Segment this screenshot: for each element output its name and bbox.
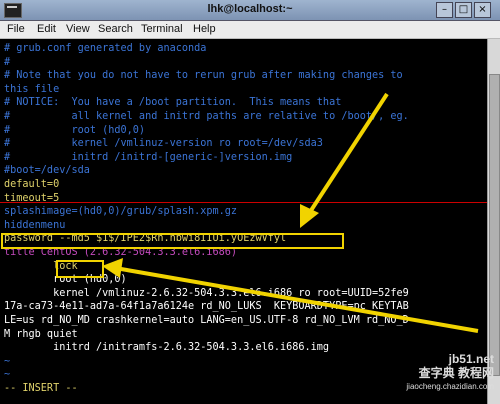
terminal-line: LE=us rd_NO_MD crashkernel=auto LANG=en_… xyxy=(4,315,409,326)
terminal-line: splashimage=(hd0,0)/grub/splash.xpm.gz xyxy=(4,206,238,218)
watermark: jb51.net 查字典 教程网 jiaocheng.chazidian.com xyxy=(406,352,494,394)
close-button[interactable]: × xyxy=(474,2,491,18)
terminal-area[interactable]: # grub.conf generated by anaconda # # Note… xyxy=(0,39,500,404)
menu-terminal[interactable]: Terminal xyxy=(141,23,183,35)
menu-search[interactable]: Search xyxy=(98,23,133,35)
menu-view[interactable]: View xyxy=(66,23,90,35)
terminal-line: # kernel /vmlinuz-version ro root=/dev/s… xyxy=(4,138,323,150)
scrollbar-thumb[interactable] xyxy=(489,74,500,376)
watermark-line3: jiaocheng.chazidian.com xyxy=(406,382,494,391)
terminal-line: ~ xyxy=(4,369,11,381)
terminal-line: # all kernel and initrd paths are relati… xyxy=(4,111,409,122)
menu-bar: File Edit View Search Terminal Help xyxy=(0,21,500,39)
lock-highlight-box xyxy=(56,260,104,278)
password-highlight-box xyxy=(1,233,344,249)
terminal-line: # xyxy=(4,56,11,68)
maximize-button[interactable]: □ xyxy=(455,2,472,18)
terminal-line: initrd /initramfs-2.6.32-504.3.3.el6.i68… xyxy=(4,342,330,354)
menu-help[interactable]: Help xyxy=(193,23,216,35)
scrollbar[interactable] xyxy=(487,39,500,404)
window-titlebar: lhk@localhost:~ – □ × xyxy=(0,0,500,21)
minimize-button[interactable]: – xyxy=(436,2,453,18)
terminal-line: # Note that you do not have to rerun gru… xyxy=(4,70,403,82)
terminal-line: -- INSERT -- xyxy=(4,383,78,394)
terminal-line: # NOTICE: You have a /boot partition. Th… xyxy=(4,97,342,109)
terminal-line: ~ xyxy=(4,355,11,367)
terminal-line: default=0 xyxy=(4,179,60,190)
terminal-line: # grub.conf generated by anaconda xyxy=(4,43,207,54)
menu-file[interactable]: File xyxy=(7,23,25,35)
terminal-line: this file xyxy=(4,83,60,95)
window-title: lhk@localhost:~ xyxy=(207,3,293,15)
menu-edit[interactable]: Edit xyxy=(37,23,56,35)
terminal-line: 17a-ca73-4e11-ad7a-64f1a7a6124e rd_NO_LU… xyxy=(4,301,409,313)
watermark-line1: jb51.net xyxy=(448,352,494,366)
terminal-line: #boot=/dev/sda xyxy=(4,165,90,177)
watermark-line2: 查字典 教程网 xyxy=(418,366,494,380)
terminal-line: kernel /vmlinuz-2.6.32-504.3.3.el6.i686 … xyxy=(4,287,409,299)
terminal-line: # initrd /initrd-[generic-]version.img xyxy=(4,151,293,163)
terminal-line: hiddenmenu xyxy=(4,219,66,231)
terminal-line: # root (hd0,0) xyxy=(4,124,146,136)
red-guide-line xyxy=(0,202,500,203)
terminal-line: M rhgb quiet xyxy=(4,328,78,340)
